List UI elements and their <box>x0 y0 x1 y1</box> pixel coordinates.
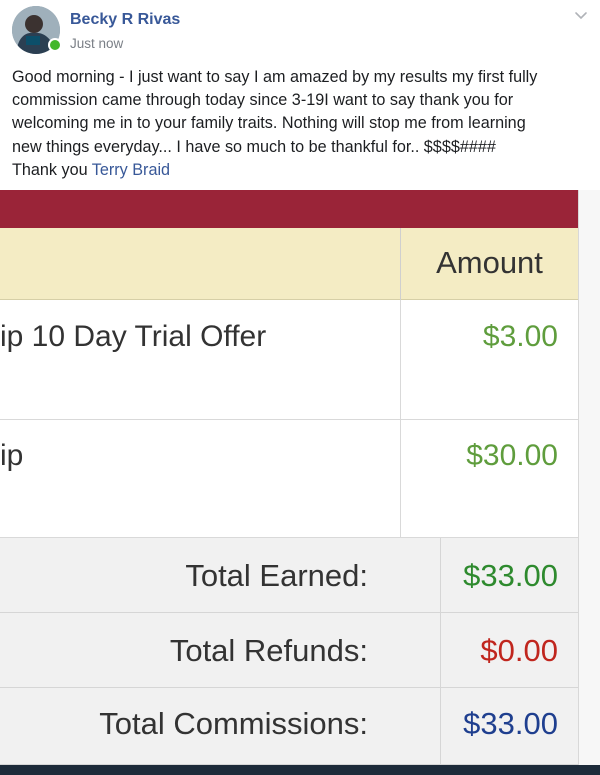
total-earned-amount: $33.00 <box>463 558 558 593</box>
commission-screenshot[interactable]: Amount ip 10 Day Trial Offer $3.00 ip $3… <box>0 190 600 775</box>
post-text-line: new things everyday... I have so much to… <box>12 137 496 156</box>
total-refunds-amount: $0.00 <box>480 633 558 668</box>
post-text-line: Good morning - I just want to say I am a… <box>12 68 538 86</box>
column-divider <box>440 613 441 687</box>
column-divider <box>400 300 401 419</box>
total-refunds-row: Total Refunds: $0.00 <box>0 613 578 688</box>
column-divider <box>400 420 401 537</box>
post-text-line-last: Thank you Terry Braid <box>12 159 592 182</box>
online-status-icon <box>48 38 62 52</box>
post-text: Good morning - I just want to say I am a… <box>12 66 592 182</box>
total-earned-label: Total Earned: <box>185 558 368 593</box>
table-row: ip $30.00 <box>0 420 578 538</box>
item-amount: $3.00 <box>482 320 558 353</box>
item-name: ip 10 Day Trial Offer <box>0 320 267 353</box>
column-divider <box>440 688 441 764</box>
post-text-line: welcoming me in to your family traits. N… <box>12 114 526 133</box>
avatar[interactable] <box>12 6 62 54</box>
mention-link[interactable]: Terry Braid <box>92 161 170 179</box>
item-name: ip <box>0 439 24 472</box>
post-author[interactable]: Becky R Rivas <box>70 11 180 29</box>
table-top-bar <box>0 190 600 228</box>
item-amount: $30.00 <box>466 439 558 472</box>
total-commissions-label: Total Commissions: <box>99 706 368 741</box>
facebook-post: Becky R Rivas Just now Good morning - I … <box>0 0 600 190</box>
page-edge <box>578 190 600 775</box>
chevron-down-icon[interactable] <box>574 8 588 22</box>
total-earned-row: Total Earned: $33.00 <box>0 538 578 613</box>
table-row: ip 10 Day Trial Offer $3.00 <box>0 300 578 420</box>
column-divider <box>440 538 441 612</box>
post-text-line: commission came through today since 3-19… <box>12 91 514 110</box>
table-bottom-bar <box>0 765 600 775</box>
total-commissions-row: Total Commissions: $33.00 <box>0 688 578 765</box>
post-timestamp[interactable]: Just now <box>70 36 123 51</box>
post-text-fragment: Thank you <box>12 160 92 179</box>
total-commissions-amount: $33.00 <box>463 706 558 741</box>
amount-column-header: Amount <box>400 228 578 300</box>
total-refunds-label: Total Refunds: <box>169 633 368 668</box>
